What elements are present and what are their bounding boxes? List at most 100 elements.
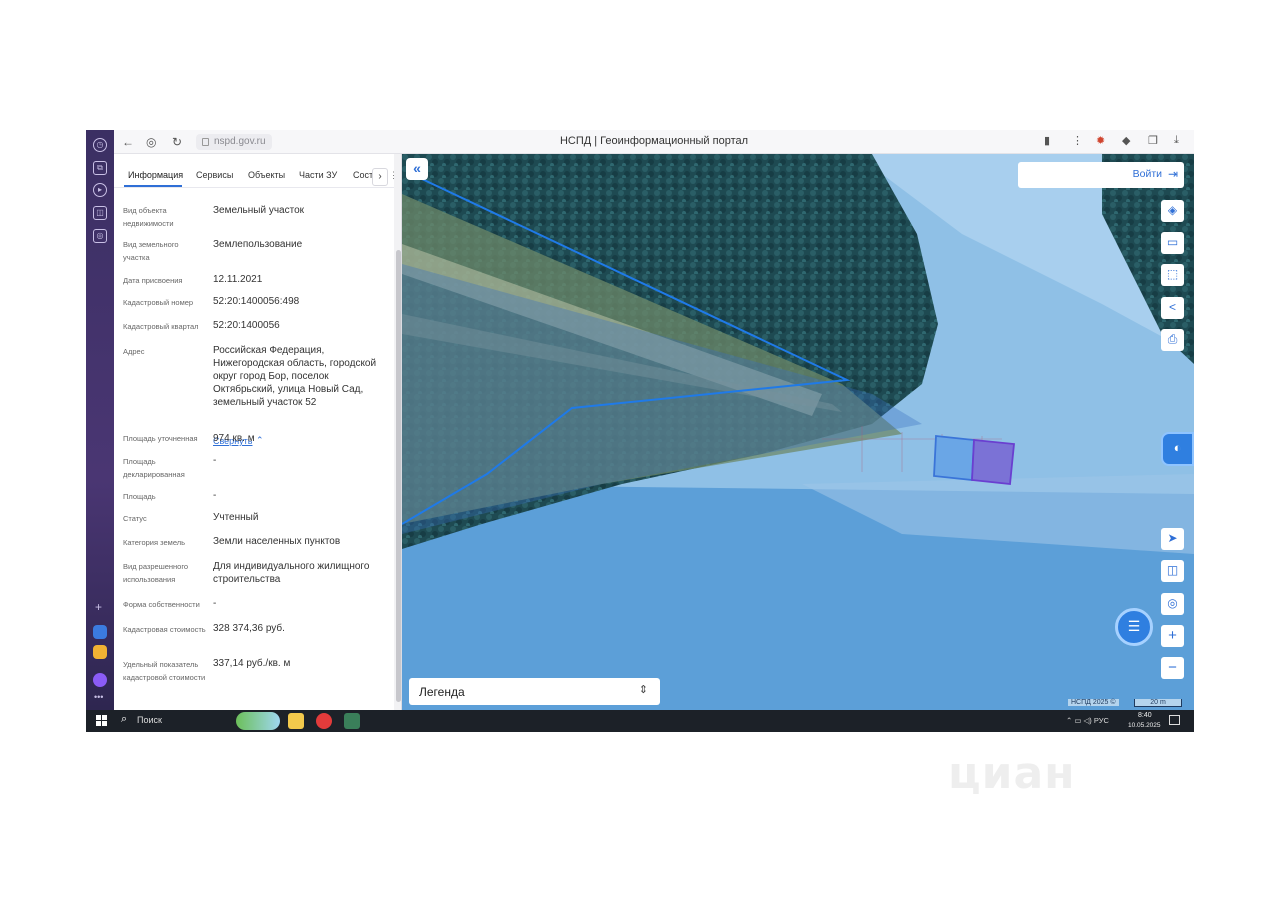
login-icon: ⇥	[1167, 167, 1178, 181]
field-label: Площадь уточненная	[123, 434, 198, 443]
status-value: Учтенный	[213, 512, 259, 523]
field-label: Площадь	[123, 492, 156, 501]
field-label: Дата присвоения	[123, 276, 183, 285]
browser-toolbar: ← ◎ ↻ nspd.gov.ru НСПД | Геоинформационн…	[114, 130, 1194, 154]
field-label: Вид объекта недвижимости	[123, 206, 174, 228]
active-tab-indicator	[124, 185, 182, 187]
map-copyright: НСПД 2025 ©	[1068, 699, 1119, 706]
login-button[interactable]: Войти ⇥	[1018, 162, 1184, 188]
side-panel-tab-icon[interactable]: ◐	[1161, 432, 1194, 466]
field-label: Вид земельного участка	[123, 240, 179, 262]
taskbar-search-label[interactable]: Поиск	[137, 715, 162, 725]
map-view[interactable]: « Войти ⇥ ◈ ▭ ⬚ < ⎙ ◐ ➤ ◫ ◎ + − ☰ Легенд…	[402, 154, 1194, 710]
login-label: Войти	[1132, 168, 1162, 180]
panel-tabs: Информация Сервисы Объекты Части ЗУ Сост…	[114, 154, 401, 188]
clock-time[interactable]: 8:40	[1138, 712, 1152, 719]
info-panel: Информация Сервисы Объекты Части ЗУ Сост…	[114, 154, 402, 710]
app-dock: ◷ ⧉ ▸ ◫ ◎ + •••	[86, 130, 114, 710]
locate-icon[interactable]: ◎	[1161, 593, 1184, 615]
play-icon[interactable]: ▸	[93, 183, 107, 197]
select-area-icon[interactable]: ⬚	[1161, 264, 1184, 286]
field-label: Кадастровая стоимость	[123, 625, 206, 634]
scale-bar: 20 m	[1134, 699, 1182, 707]
shield-ext-icon[interactable]: ◆	[1122, 134, 1130, 147]
watermark: циан	[948, 748, 1076, 799]
neighbor-parcel[interactable]	[933, 435, 975, 481]
tabs-icon[interactable]: ⧉	[93, 161, 107, 175]
field-label: Площадь декларированная	[123, 457, 185, 479]
notification-icon[interactable]	[1169, 715, 1180, 725]
file-explorer-icon[interactable]	[288, 713, 304, 729]
field-label: Адрес	[123, 347, 145, 356]
selected-parcel[interactable]	[971, 439, 1015, 485]
chevron-updown-icon: ⇕	[638, 684, 648, 696]
layers-icon[interactable]: ◈	[1161, 200, 1184, 222]
clock-date[interactable]: 10.05.2025	[1128, 722, 1161, 729]
collapse-panel-button[interactable]: «	[406, 158, 428, 180]
navigate-icon[interactable]: ➤	[1161, 528, 1184, 550]
field-value: -	[213, 455, 217, 466]
add-icon[interactable]: +	[95, 600, 102, 614]
field-label: Удельный показатель кадастровой стоимост…	[123, 660, 206, 682]
menu-icon[interactable]: ⋮	[1072, 134, 1083, 147]
calendar-icon[interactable]: ◫	[93, 206, 107, 220]
screenshot-icon[interactable]: ◎	[93, 229, 107, 243]
field-value: Землепользование	[213, 239, 303, 250]
lock-icon	[202, 138, 209, 146]
tabs-next-button[interactable]: ›	[372, 168, 388, 186]
field-value: 337,14 руб./кв. м	[213, 658, 291, 669]
assistant-icon[interactable]	[93, 673, 107, 687]
tab-objects[interactable]: Объекты	[248, 170, 285, 180]
map-canvas[interactable]	[402, 154, 1194, 710]
field-value: -	[213, 598, 217, 609]
extension-icon[interactable]: ✹	[1096, 134, 1105, 147]
download-icon[interactable]: ⤓	[1174, 134, 1179, 147]
taskbar: ⌕ Поиск ⌃ ▭ ◁) РУС 8:40 10.05.2025	[86, 710, 1194, 732]
field-label: Вид разрешенного использования	[123, 562, 189, 584]
bookmark-icon[interactable]: ▮	[1044, 134, 1050, 147]
field-value: -	[213, 490, 217, 501]
cadastral-quarter: 52:20:1400056	[213, 320, 280, 331]
back-icon[interactable]: ←	[122, 134, 134, 150]
clock-icon[interactable]: ◷	[93, 138, 107, 152]
ruler-icon[interactable]: ▭	[1161, 232, 1184, 254]
cadastral-number: 52:20:1400056:498	[213, 296, 300, 307]
cadastral-value: 328 374,36 руб.	[213, 623, 285, 634]
field-value: Земельный участок	[213, 205, 305, 216]
address-bar[interactable]: nspd.gov.ru	[196, 134, 272, 150]
share-icon[interactable]: <	[1161, 297, 1184, 319]
legend-select[interactable]: Легенда ⇕	[409, 678, 660, 705]
panel-scroll-thumb[interactable]	[396, 250, 401, 702]
search-icon[interactable]: ⌕	[121, 713, 127, 726]
zoom-out-button[interactable]: −	[1161, 657, 1184, 679]
url-text: nspd.gov.ru	[214, 136, 266, 147]
chat-icon[interactable]: ☰	[1115, 608, 1153, 646]
language-indicator[interactable]: РУС	[1094, 716, 1109, 725]
field-value: Земли населенных пунктов	[213, 536, 341, 547]
tab-parts[interactable]: Части ЗУ	[299, 170, 337, 180]
reload-icon[interactable]: ↻	[172, 134, 182, 150]
more-icon[interactable]: •••	[94, 692, 103, 702]
calculator-icon[interactable]	[344, 713, 360, 729]
tab-info[interactable]: Информация	[128, 170, 183, 180]
weather-widget-icon[interactable]	[236, 712, 280, 730]
yandex-browser-icon[interactable]	[316, 713, 332, 729]
shield-icon[interactable]: ◎	[146, 134, 156, 150]
windows-start-icon[interactable]	[96, 715, 107, 726]
address-value: Российская Федерация, Нижегородская обла…	[213, 345, 377, 408]
legend-label: Легенда	[419, 685, 465, 699]
app-icon-blue[interactable]	[93, 625, 107, 639]
mail-icon[interactable]	[93, 645, 107, 659]
tab-services[interactable]: Сервисы	[196, 170, 233, 180]
page-title: НСПД | Геоинформационный портал	[559, 135, 749, 147]
zoom-in-button[interactable]: +	[1161, 625, 1184, 647]
minimap-icon[interactable]: ◫	[1161, 560, 1184, 582]
print-icon[interactable]: ⎙	[1161, 329, 1184, 351]
field-label: Кадастровый номер	[123, 298, 194, 307]
field-label: Форма собственности	[123, 600, 200, 609]
collections-icon[interactable]: ❐	[1148, 134, 1158, 147]
area-value: 974 кв. м	[213, 433, 255, 444]
field-label: Статус	[123, 514, 147, 523]
field-value: Для индивидуального жилищного строительс…	[213, 561, 370, 585]
system-tray[interactable]: ⌃ ▭ ◁) РУС	[1066, 716, 1109, 725]
